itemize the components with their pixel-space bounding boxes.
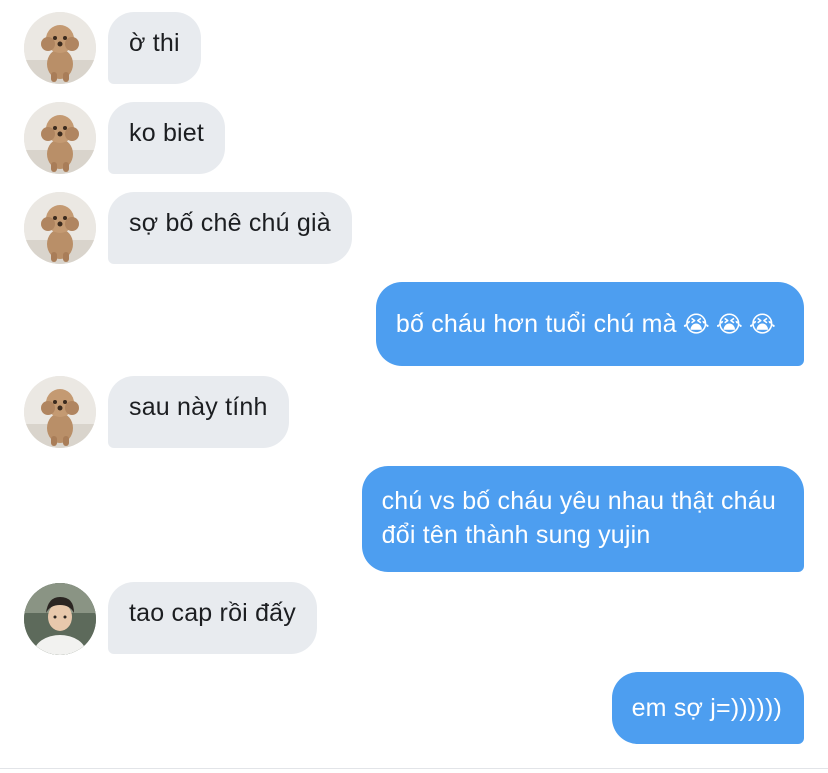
- poodle-avatar[interactable]: [24, 376, 96, 448]
- message-bubble-incoming[interactable]: sau này tính: [108, 376, 289, 448]
- divider: [0, 768, 828, 769]
- person-avatar[interactable]: [24, 583, 96, 655]
- message-bubble-incoming[interactable]: ờ thi: [108, 12, 201, 84]
- message-text: ko biet: [129, 119, 205, 147]
- poodle-avatar[interactable]: [24, 12, 96, 84]
- crying-emoji-icon: 😭: [715, 312, 743, 338]
- crying-emoji-icon: 😭: [748, 312, 776, 338]
- message-bubble-incoming[interactable]: tao cap rồi đấy: [108, 582, 317, 654]
- message-bubble-incoming[interactable]: ko biet: [108, 102, 226, 174]
- message-bubble-outgoing[interactable]: bố cháu hơn tuổi chú mà 😭 😭 😭: [375, 282, 804, 366]
- crying-emoji-icon: 😭: [682, 312, 710, 338]
- message-text: sau này tính: [129, 393, 268, 421]
- message-text: tao cap rồi đấy: [129, 599, 296, 627]
- message-text: ờ thi: [129, 29, 180, 57]
- message-text: bố cháu hơn tuổi chú mà: [395, 310, 677, 338]
- message-text: em sợ j=)))))): [631, 694, 782, 722]
- message-text-line: đổi tên thành sung yujin: [381, 521, 651, 549]
- poodle-avatar[interactable]: [24, 102, 96, 174]
- message-text-line: chú vs bố cháu yêu nhau thật cháu: [381, 487, 776, 515]
- message-text: sợ bố chê chú già: [129, 209, 331, 237]
- message-bubble-outgoing[interactable]: em sợ j=)))))): [611, 672, 804, 744]
- message-bubble-outgoing[interactable]: chú vs bố cháu yêu nhau thật cháu đổi tê…: [361, 466, 804, 572]
- message-bubble-incoming[interactable]: sợ bố chê chú già: [108, 192, 352, 264]
- poodle-avatar[interactable]: [24, 192, 96, 264]
